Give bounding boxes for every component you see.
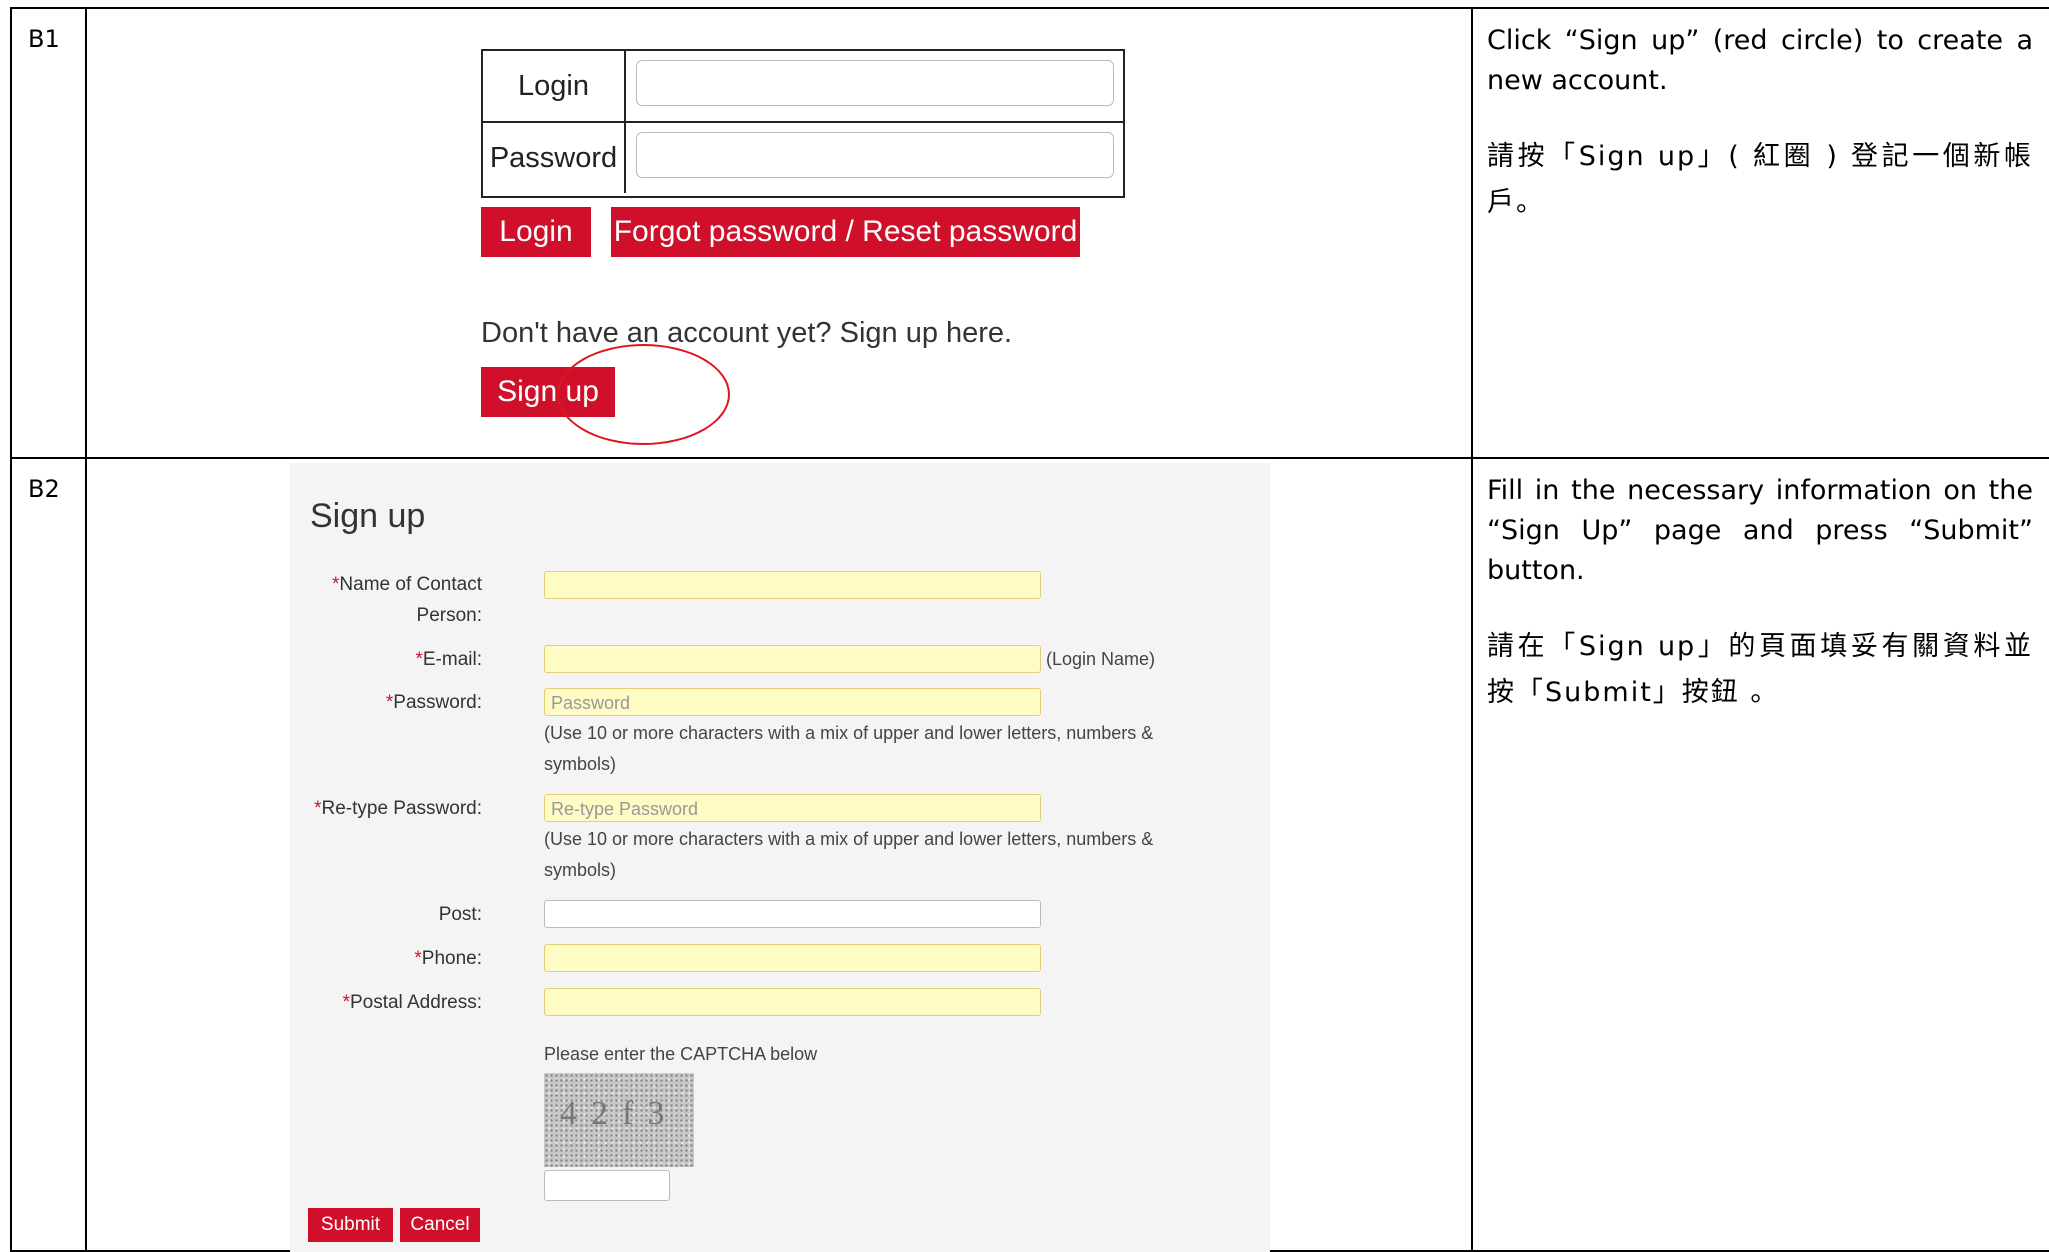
description-zh: 請按「Sign up」( 紅圈 ) 登記一個新帳戶。	[1487, 141, 2033, 218]
signup-prompt: Don't have an account yet? Sign up here.	[481, 317, 1013, 349]
password-input[interactable]	[636, 132, 1114, 178]
retype-password-input[interactable]: Re-type Password	[544, 794, 1041, 822]
post-input[interactable]	[544, 900, 1041, 928]
description-cell: Fill in the necessary information on the…	[1471, 457, 2049, 1252]
retype-password-label: *Re-type Password:	[314, 798, 482, 819]
signup-title: Sign up	[310, 497, 426, 535]
captcha-input[interactable]	[544, 1170, 670, 1201]
password-row: Password	[483, 123, 1123, 193]
captcha-image: 42f3	[544, 1073, 694, 1167]
captcha-prompt: Please enter the CAPTCHA below	[544, 1044, 818, 1064]
postal-address-label: *Postal Address:	[342, 992, 482, 1013]
email-label: *E-mail:	[415, 649, 482, 670]
submit-button[interactable]: Submit	[308, 1208, 393, 1242]
contact-name-input[interactable]	[544, 571, 1041, 599]
captcha-text: 42f3	[560, 1095, 679, 1132]
login-button[interactable]: Login	[481, 207, 591, 257]
step-id: B2	[28, 475, 60, 503]
retype-password-note: (Use 10 or more characters with a mix of…	[544, 829, 1154, 880]
phone-label: *Phone:	[414, 948, 482, 969]
screenshot-cell: Sign up *Name of Contact Person: *E-mail:…	[85, 457, 1473, 1252]
password-note: (Use 10 or more characters with a mix of…	[544, 723, 1154, 774]
description-zh: 請在「Sign up」的頁面填妥有關資料並按「Submit」按鈕 。	[1487, 631, 2033, 708]
login-form: Login Password	[481, 49, 1125, 198]
phone-input[interactable]	[544, 944, 1041, 972]
login-input[interactable]	[636, 60, 1114, 106]
password-label: Password	[483, 123, 626, 193]
highlight-circle	[557, 344, 730, 445]
post-label: Post:	[438, 904, 482, 925]
description-en: Click “Sign up” (red circle) to create a…	[1487, 25, 2033, 96]
table-row: B1 Login Password Login Forgot password …	[10, 7, 2049, 459]
login-row: Login	[483, 51, 1123, 123]
password-input[interactable]: Password	[544, 688, 1041, 716]
description-en: Fill in the necessary information on the…	[1487, 475, 2033, 586]
cancel-button[interactable]: Cancel	[400, 1208, 480, 1242]
table-row: B2 Sign up *Name of Contact Person: *E-ma…	[10, 457, 2049, 1252]
instruction-table: B1 Login Password Login Forgot password …	[10, 7, 2049, 1252]
email-input[interactable]	[544, 645, 1041, 673]
screenshot-cell: Login Password Login Forgot password / R…	[85, 7, 1473, 459]
forgot-password-button[interactable]: Forgot password / Reset password	[611, 207, 1080, 257]
signup-form: Sign up *Name of Contact Person: *E-mail:…	[290, 463, 1270, 1252]
description-cell: Click “Sign up” (red circle) to create a…	[1471, 7, 2049, 459]
login-label: Login	[483, 51, 626, 121]
step-cell: B2	[10, 457, 87, 1252]
postal-address-input[interactable]	[544, 988, 1041, 1016]
step-cell: B1	[10, 7, 87, 459]
step-id: B1	[28, 25, 60, 53]
contact-name-label: *Name of Contact Person:	[332, 574, 482, 626]
email-note: (Login Name)	[1046, 649, 1156, 669]
password-label: *Password:	[385, 692, 482, 713]
